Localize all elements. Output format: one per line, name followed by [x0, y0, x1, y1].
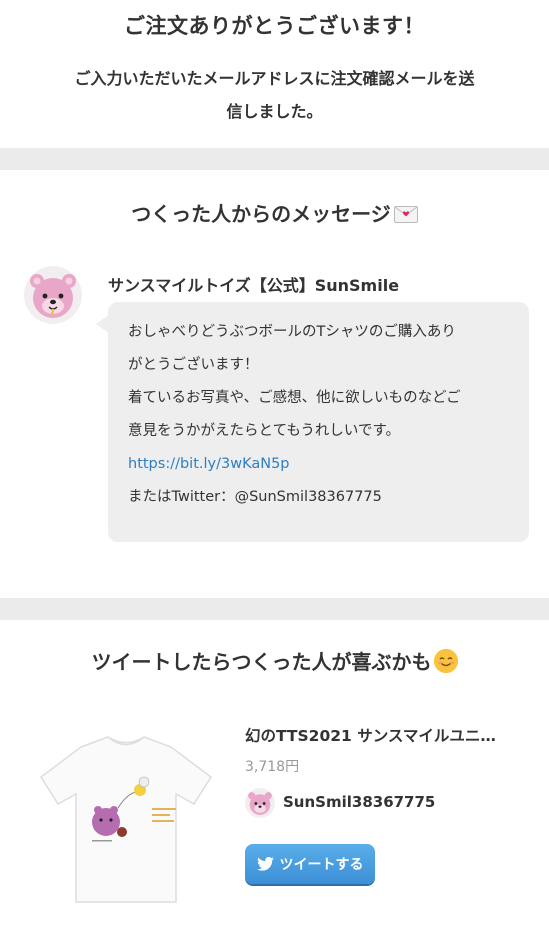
- message-line: がとうございます！: [128, 357, 259, 373]
- creator-mini-avatar[interactable]: [245, 788, 275, 818]
- creator-name: SunSmil38367775: [283, 793, 436, 811]
- message-line: 意見をうかがえたらとてもうれしいです。: [128, 423, 401, 439]
- sender-name: サンスマイルトイズ【公式】SunSmile: [108, 276, 400, 295]
- thanks-line-1: ご入力いただいたメールアドレスに注文確認メールを送: [74, 69, 475, 88]
- message-bubble: おしゃべりどうぶつボールのTシャツのご購入あり がとうございます！ 着ているお写…: [96, 302, 529, 542]
- message-heading: つくった人からのメッセージ: [0, 170, 549, 227]
- section-divider: [0, 598, 549, 620]
- creator-avatar[interactable]: [24, 266, 82, 324]
- tweet-heading-text: ツイートしたらつくった人が喜ぶかも: [91, 650, 432, 674]
- message-twitter: またはTwitter：@SunSmil38367775: [128, 489, 382, 505]
- message-line: おしゃべりどうぶつボールのTシャツのご購入あり: [128, 324, 456, 340]
- tweet-section: ツイートしたらつくった人が喜ぶかも 幻のTTS2021 サンスマイルユニ… 3,…: [0, 620, 549, 925]
- creator-message-section: つくった人からのメッセージ サンスマイルトイズ【公式】SunSmile おしゃべ…: [0, 170, 549, 598]
- love-letter-icon: [393, 204, 418, 223]
- thanks-title: ご注文ありがとうございます！: [124, 14, 425, 38]
- product-image[interactable]: [26, 722, 226, 912]
- product-title[interactable]: 幻のTTS2021 サンスマイルユニ…: [245, 724, 535, 746]
- section-divider: [0, 148, 549, 170]
- message-heading-text: つくった人からのメッセージ: [131, 202, 391, 226]
- twitter-bird-icon: [256, 856, 274, 871]
- order-thanks-section: ご注文ありがとうございます！ ご入力いただいたメールアドレスに注文確認メールを送…: [0, 0, 549, 148]
- tweet-heading: ツイートしたらつくった人が喜ぶかも: [0, 620, 549, 675]
- smiling-face-icon: [433, 649, 458, 673]
- tweet-button-label: ツイートする: [279, 857, 364, 873]
- product-price: 3,718円: [245, 759, 300, 775]
- tweet-button[interactable]: ツイートする: [245, 844, 375, 884]
- message-link[interactable]: https://bit.ly/3wKaN5p: [128, 448, 509, 481]
- thanks-message: ご入力いただいたメールアドレスに注文確認メールを送 信しました。: [40, 62, 509, 128]
- message-line: 着ているお写真や、ご感想、他に欲しいものなどご: [128, 390, 461, 406]
- thanks-line-2: 信しました。: [226, 102, 323, 121]
